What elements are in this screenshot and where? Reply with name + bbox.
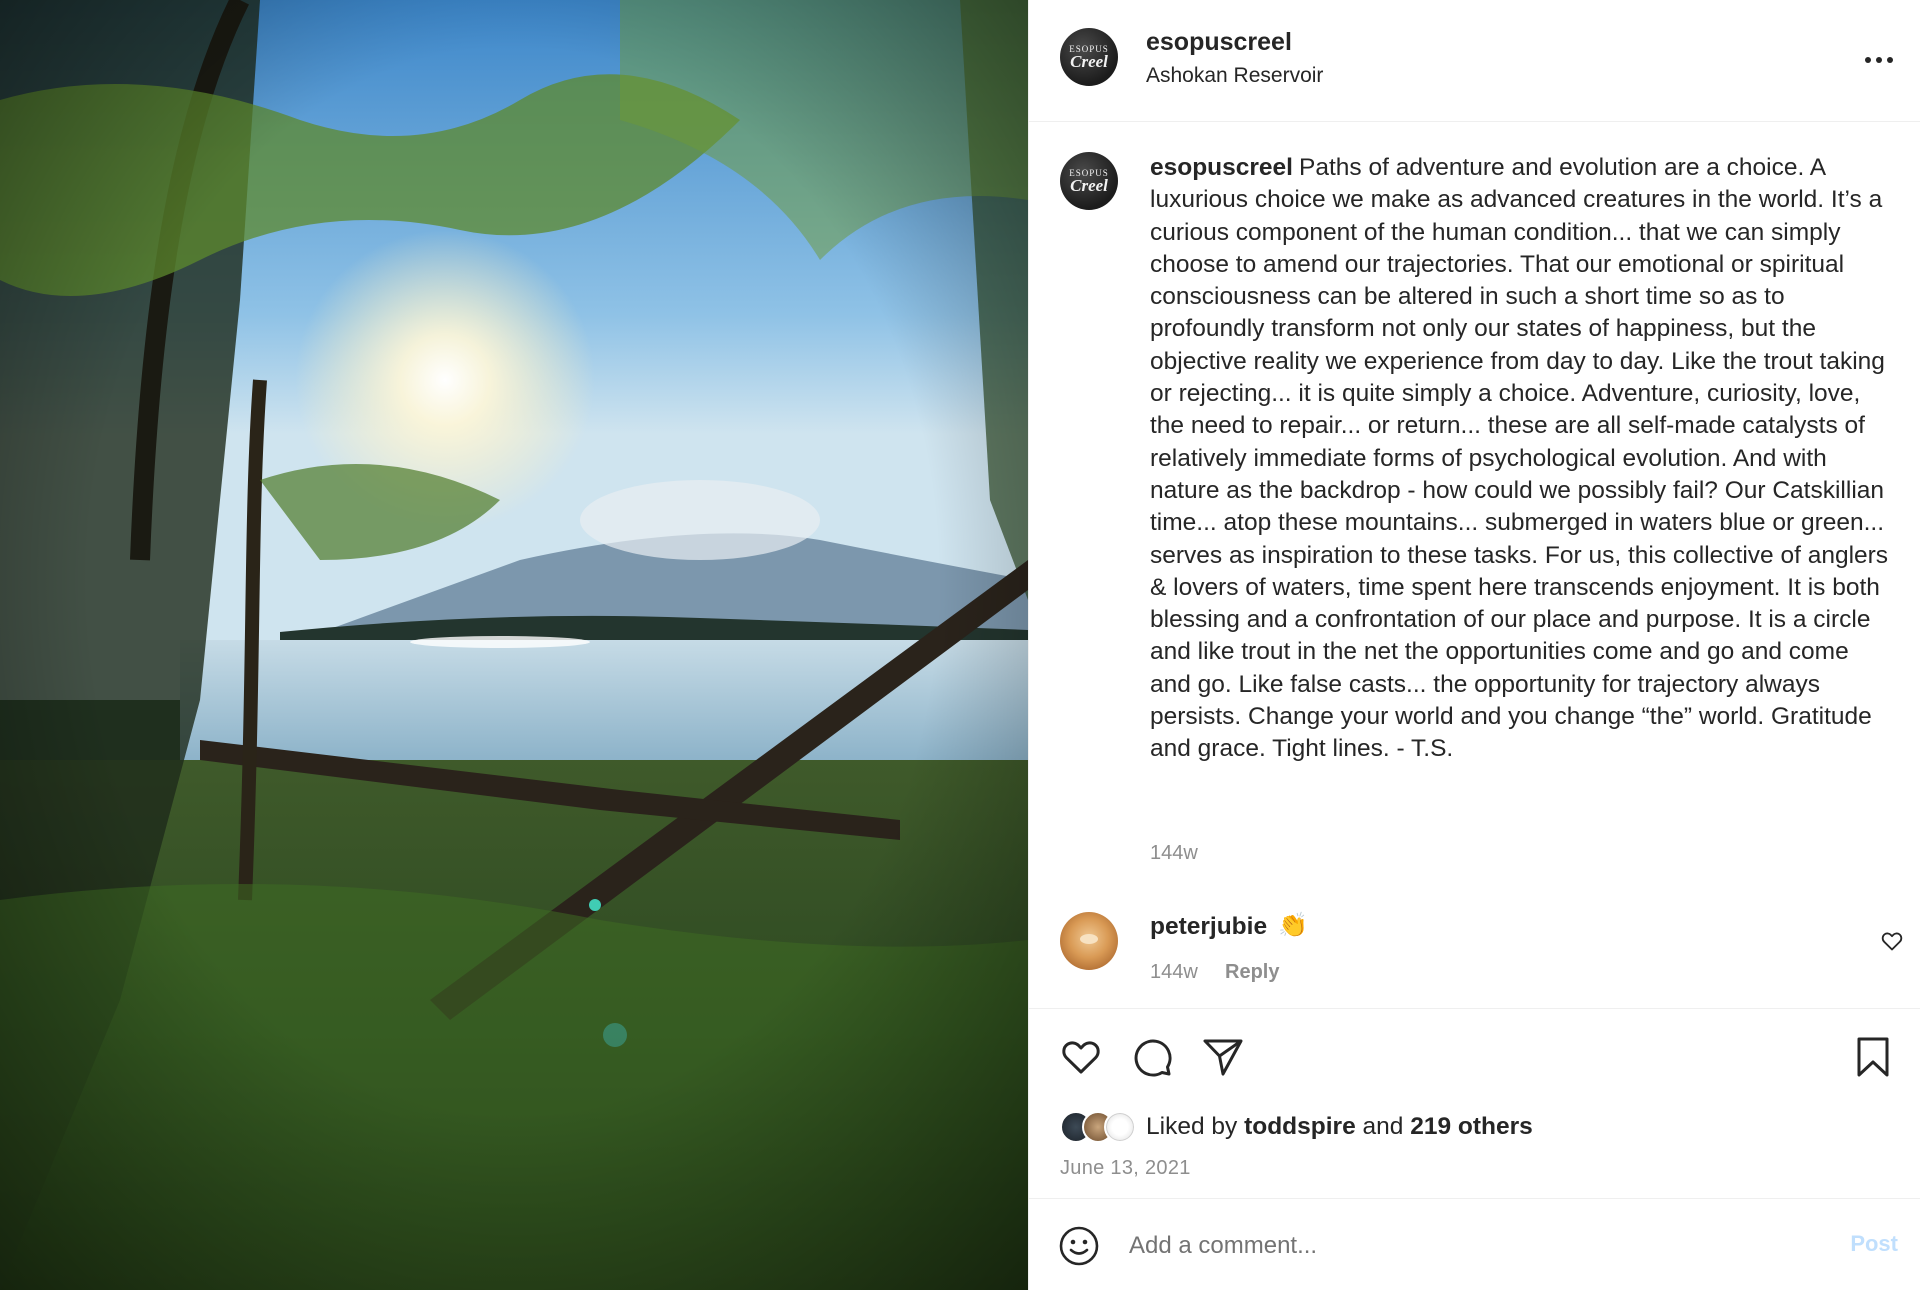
caption-text: esopuscreel Paths of adventure and evolut… [1150,152,1895,766]
avatar-logo-main: Creel [1070,176,1108,195]
likes-prefix: Liked by [1146,1113,1238,1140]
add-comment-bar: Post [1029,1198,1920,1290]
likes-joiner: and [1362,1113,1404,1140]
post-date[interactable]: June 13, 2021 [1060,1157,1191,1180]
likes-others-link[interactable]: 219 others [1410,1113,1533,1140]
post-detail-panel: ESOPUS Creel esopuscreel Ashokan Reservo… [1028,0,1920,1290]
comment-icon[interactable] [1130,1035,1174,1079]
landscape-image [0,0,1028,1290]
post-location[interactable]: Ashokan Reservoir [1146,64,1323,88]
more-horizontal-icon[interactable] [1863,44,1895,76]
liker-avatar [1104,1111,1136,1143]
caption-section: ESOPUS Creel esopuscreel Paths of adventu… [1029,122,1920,1007]
avatar-logo-main: Creel [1070,52,1108,71]
commenter-avatar[interactable] [1060,912,1118,970]
reply-button[interactable]: Reply [1225,961,1279,984]
send-icon[interactable] [1201,1035,1245,1079]
comment-timestamp[interactable]: 144w [1150,961,1198,984]
comment-item: peterjubie 👏 144w Reply [1029,905,1920,1005]
post-photo[interactable] [0,0,1028,1290]
caption-body: Paths of adventure and evolution are a c… [1150,154,1889,763]
author-avatar[interactable]: ESOPUS Creel [1060,28,1118,86]
caption-author-avatar[interactable]: ESOPUS Creel [1060,152,1118,210]
post-comment-button[interactable]: Post [1850,1231,1898,1257]
comment-text: 👏 [1278,912,1308,939]
bookmark-icon[interactable] [1851,1035,1895,1079]
post-header: ESOPUS Creel esopuscreel Ashokan Reservo… [1029,0,1920,122]
commenter-username[interactable]: peterjubie [1150,913,1267,941]
heart-icon[interactable] [1880,929,1904,953]
post-actions: Liked by toddspire and 219 others June 1… [1029,1008,1920,1198]
caption-timestamp[interactable]: 144w [1150,842,1198,865]
likes-text: Liked by toddspire and 219 others [1146,1113,1533,1141]
author-username[interactable]: esopuscreel [1146,28,1292,57]
liker-username[interactable]: toddspire [1244,1113,1356,1140]
likes-summary: Liked by toddspire and 219 others [1060,1109,1533,1145]
comment-input[interactable] [1129,1223,1779,1269]
caption-username[interactable]: esopuscreel [1150,154,1293,181]
heart-icon[interactable] [1059,1035,1103,1079]
smiley-icon[interactable] [1058,1225,1100,1267]
